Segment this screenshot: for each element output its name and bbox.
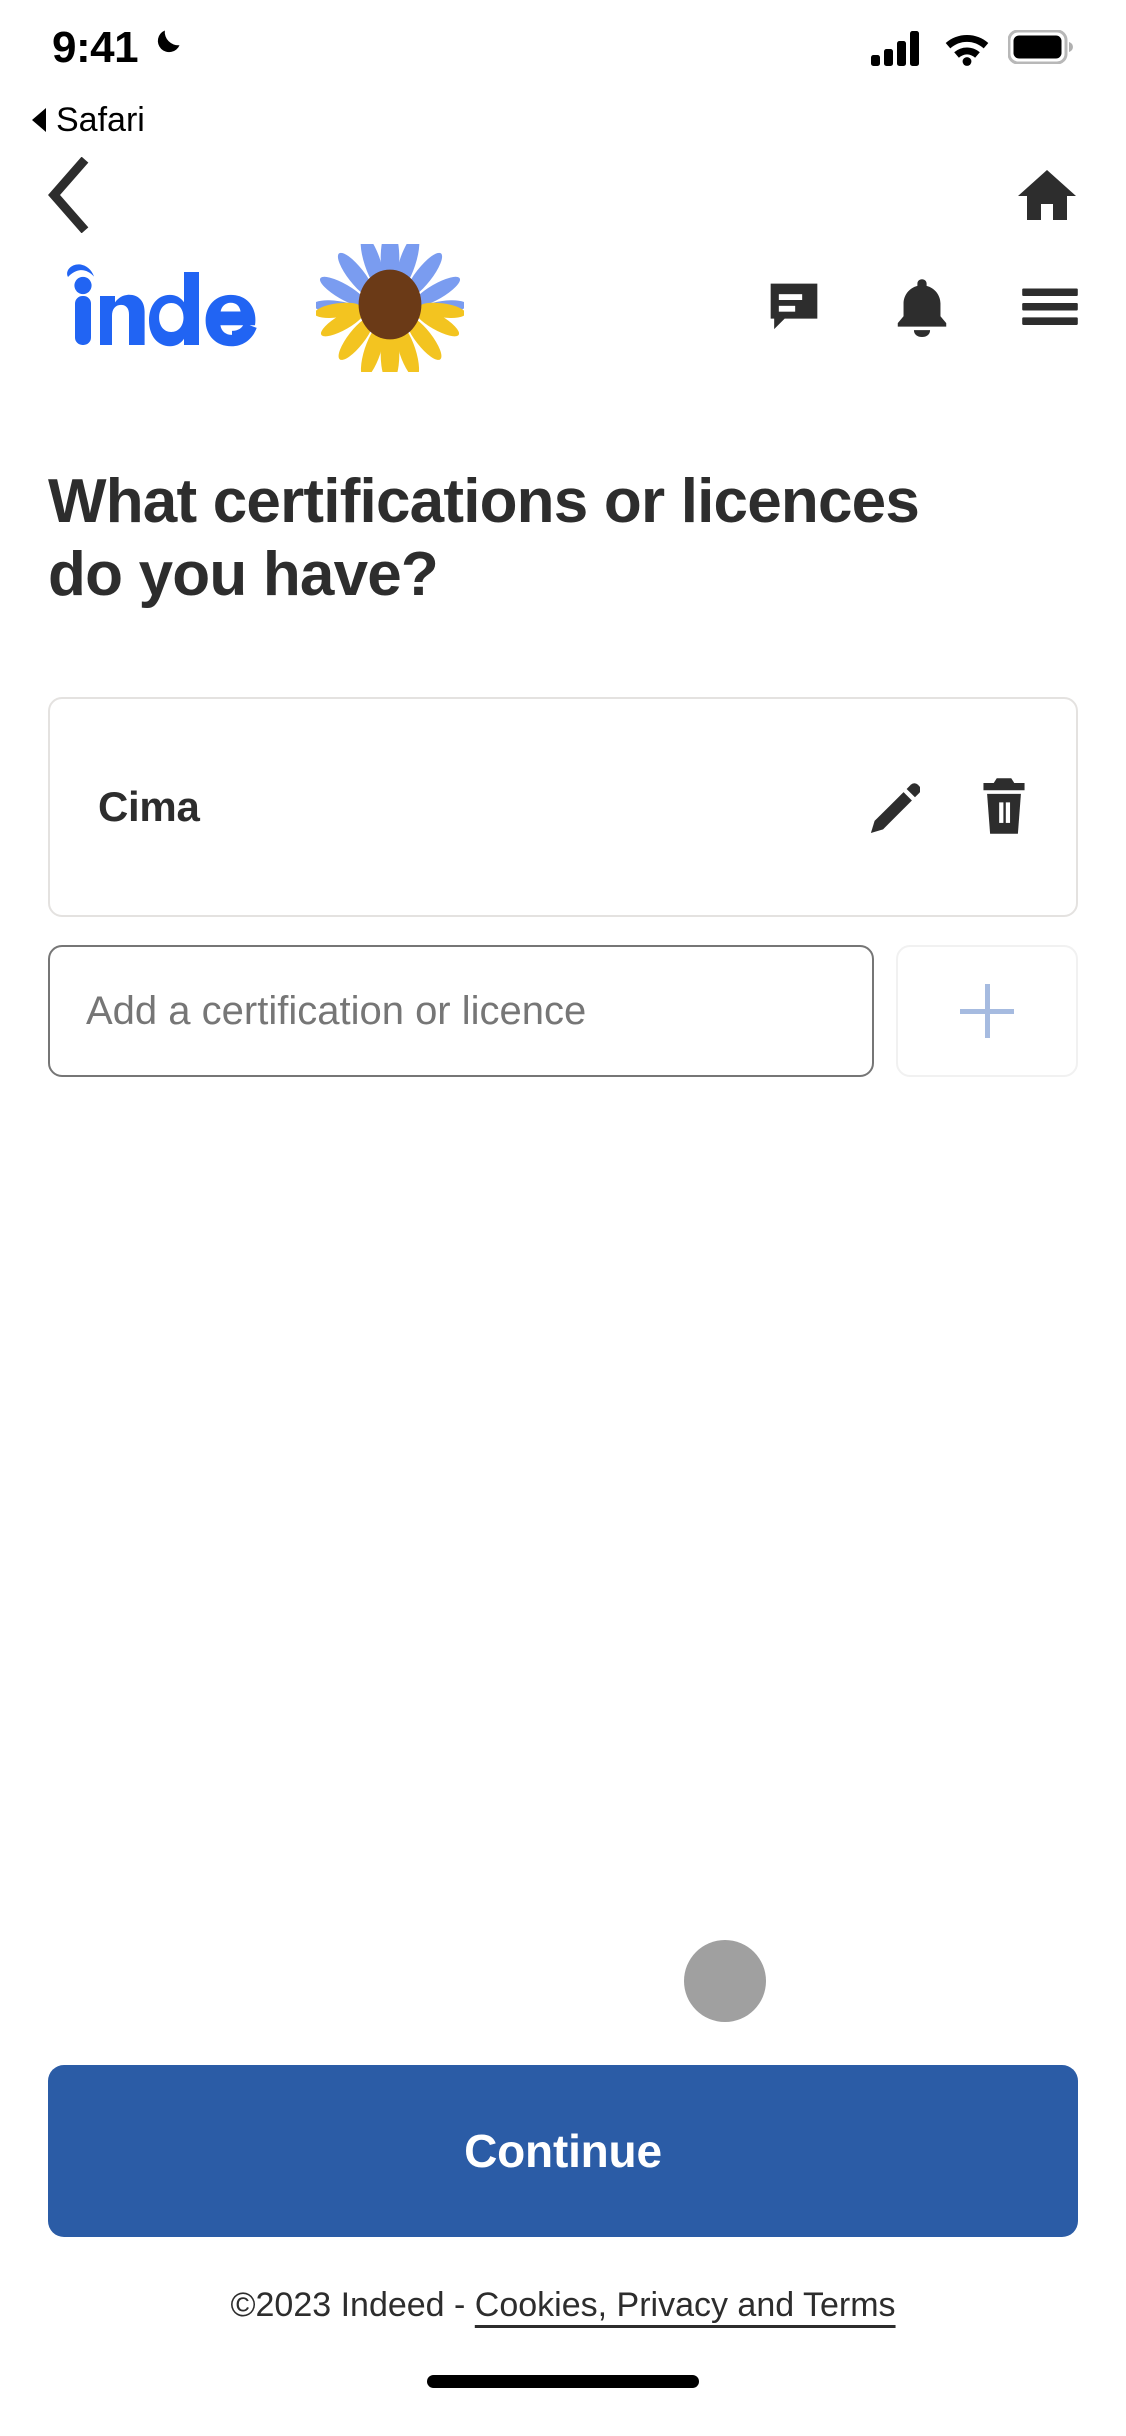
cursor-indicator bbox=[684, 1940, 766, 2022]
safari-return-label: Safari bbox=[56, 101, 145, 139]
ios-status-bar: 9:41 bbox=[0, 0, 1126, 92]
legal-footer: ©2023 Indeed - Cookies, Privacy and Term… bbox=[48, 2285, 1078, 2326]
cellular-signal-icon bbox=[870, 28, 926, 71]
bell-icon bbox=[894, 277, 950, 340]
certification-name: Cima bbox=[98, 783, 200, 831]
app-nav-bar bbox=[0, 148, 1126, 244]
footer-area: Continue ©2023 Indeed - Cookies, Privacy… bbox=[0, 2065, 1126, 2326]
edit-certification-button[interactable] bbox=[866, 779, 921, 836]
status-bar-right bbox=[870, 22, 1074, 71]
certification-actions bbox=[866, 777, 1030, 838]
menu-button[interactable] bbox=[1022, 285, 1078, 332]
ukraine-sunflower-icon bbox=[313, 227, 467, 384]
back-button[interactable] bbox=[44, 156, 90, 236]
add-certification-row bbox=[48, 945, 1078, 1078]
copyright-text: ©2023 Indeed - bbox=[230, 2286, 475, 2325]
triangle-left-icon bbox=[32, 108, 46, 132]
brand-left-group bbox=[46, 227, 467, 384]
phone-screen: 9:41 Safari What certifications or licen… bbox=[0, 0, 1126, 2436]
pencil-icon bbox=[866, 779, 921, 836]
battery-full-icon bbox=[1007, 29, 1074, 69]
messages-button[interactable] bbox=[766, 279, 822, 338]
status-bar-left: 9:41 bbox=[52, 22, 184, 70]
brand-right-group bbox=[766, 277, 1086, 340]
wifi-icon bbox=[942, 28, 992, 71]
crescent-moon-icon bbox=[148, 26, 184, 67]
add-certification-button[interactable] bbox=[896, 945, 1078, 1078]
home-indicator-bar[interactable] bbox=[427, 2374, 699, 2388]
plus-icon bbox=[960, 984, 1014, 1039]
delete-certification-button[interactable] bbox=[978, 777, 1030, 838]
certification-card: Cima bbox=[48, 697, 1078, 918]
add-certification-input[interactable] bbox=[48, 945, 874, 1078]
page-title: What certifications or licences do you h… bbox=[48, 467, 920, 609]
continue-button[interactable]: Continue bbox=[48, 2065, 1078, 2238]
home-button[interactable] bbox=[1016, 166, 1078, 227]
trash-icon bbox=[978, 777, 1030, 838]
message-bubble-icon bbox=[766, 279, 822, 338]
notifications-button[interactable] bbox=[894, 277, 950, 340]
indeed-logo[interactable] bbox=[46, 263, 280, 354]
hamburger-menu-icon bbox=[1022, 285, 1078, 332]
cookies-privacy-terms-link[interactable]: Cookies, Privacy and Terms bbox=[475, 2286, 896, 2324]
main-content: What certifications or licences do you h… bbox=[0, 372, 1126, 2065]
home-indicator-area bbox=[0, 2326, 1126, 2436]
brand-header bbox=[0, 227, 1126, 384]
chevron-left-icon bbox=[44, 156, 90, 236]
safari-return-row[interactable]: Safari bbox=[0, 92, 1126, 148]
home-icon bbox=[1016, 166, 1078, 227]
status-bar-time: 9:41 bbox=[52, 23, 139, 72]
